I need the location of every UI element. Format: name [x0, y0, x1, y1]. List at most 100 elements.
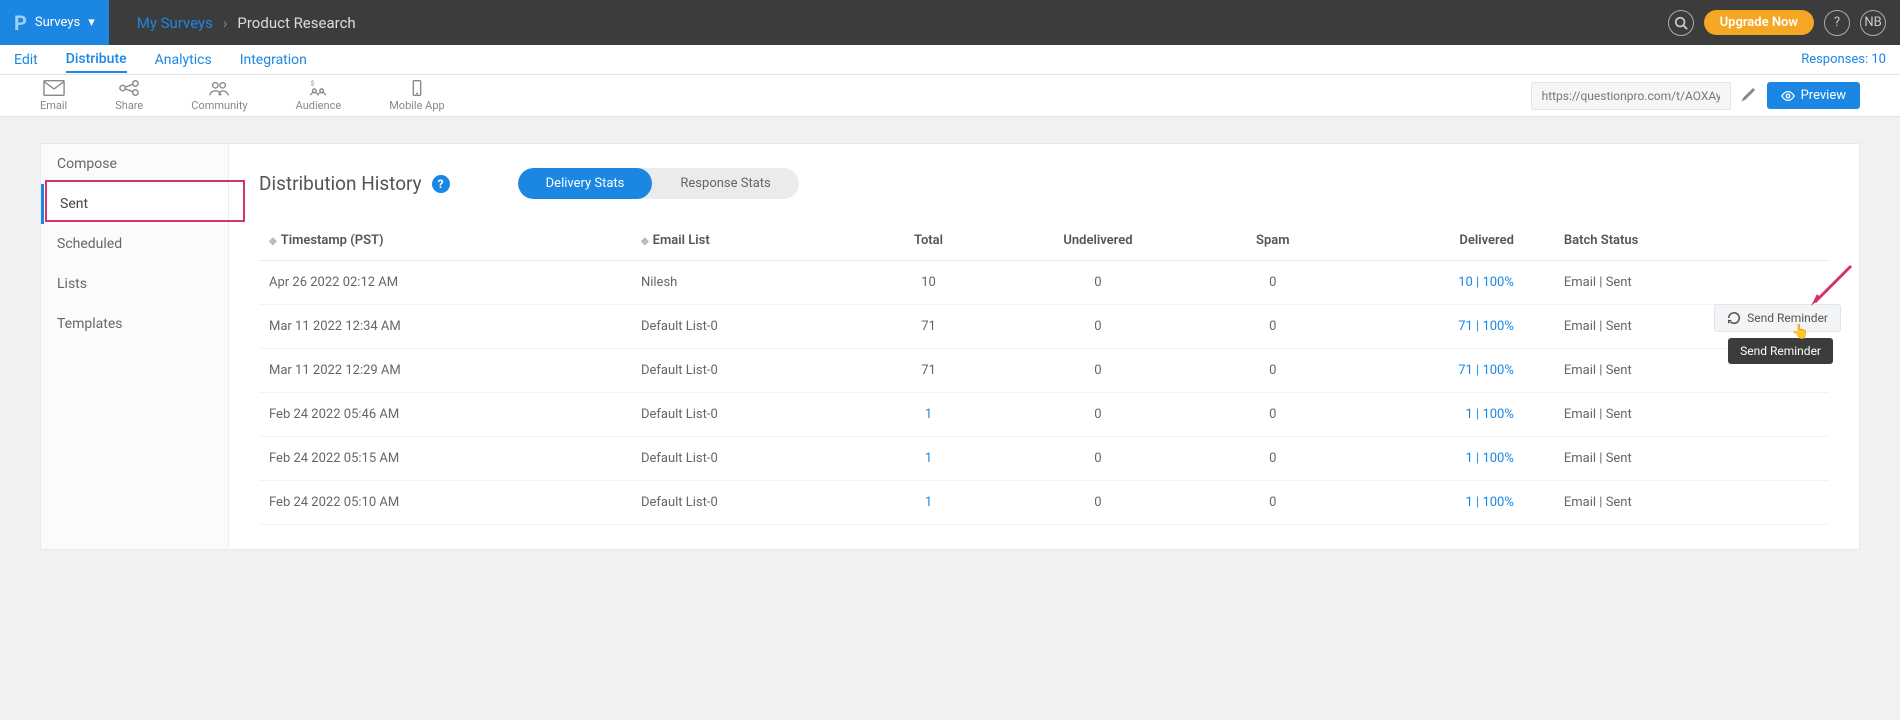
brand-dropdown[interactable]: P Surveys ▾ — [0, 0, 109, 45]
cell-spam: 0 — [1207, 393, 1338, 437]
sub-email-label: Email — [40, 99, 67, 112]
cell-total: 71 — [868, 305, 988, 349]
share-icon — [118, 79, 140, 97]
nav-analytics[interactable]: Analytics — [155, 48, 212, 72]
send-reminder-tooltip: Send Reminder — [1728, 338, 1833, 364]
cell-timestamp: Feb 24 2022 05:10 AM — [259, 481, 631, 525]
preview-button[interactable]: Preview — [1767, 82, 1860, 109]
distribution-table: ◆Timestamp (PST) ◆Email List Total Undel… — [259, 221, 1829, 525]
nav-edit[interactable]: Edit — [14, 48, 38, 72]
table-row[interactable]: Apr 26 2022 02:12 AMNilesh100010 | 100%E… — [259, 261, 1829, 305]
cell-email-list: Default List-0 — [631, 305, 868, 349]
cell-email-list: Default List-0 — [631, 393, 868, 437]
sidebar-item-lists[interactable]: Lists — [41, 264, 228, 304]
svg-text:$: $ — [311, 79, 315, 87]
survey-url-input[interactable] — [1531, 82, 1731, 110]
col-spam[interactable]: Spam — [1207, 221, 1338, 261]
cell-batch: Email | Sent — [1524, 481, 1829, 525]
cell-undelivered: 0 — [989, 437, 1208, 481]
cell-delivered: 71 | 100% — [1338, 349, 1524, 393]
cell-email-list: Nilesh — [631, 261, 868, 305]
sidebar-item-templates[interactable]: Templates — [41, 304, 228, 344]
cell-batch: Email | Sent — [1524, 261, 1829, 305]
sub-toolbar: Email Share Community $ Audience Mobile … — [0, 75, 1900, 117]
col-total[interactable]: Total — [868, 221, 988, 261]
sidebar-item-sent[interactable]: Sent — [41, 184, 228, 224]
brand-label: Surveys — [35, 15, 80, 30]
sidebar-item-scheduled[interactable]: Scheduled — [41, 224, 228, 264]
page-title: Distribution History ? — [259, 172, 450, 195]
cell-spam: 0 — [1207, 481, 1338, 525]
cell-email-list: Default List-0 — [631, 481, 868, 525]
cell-timestamp: Mar 11 2022 12:34 AM — [259, 305, 631, 349]
cell-spam: 0 — [1207, 437, 1338, 481]
content-panel: Compose Sent Scheduled Lists Templates D… — [40, 143, 1860, 550]
sub-email[interactable]: Email — [40, 79, 67, 112]
preview-label: Preview — [1801, 88, 1846, 103]
cell-delivered: 1 | 100% — [1338, 481, 1524, 525]
col-email-list[interactable]: ◆Email List — [631, 221, 868, 261]
col-undelivered[interactable]: Undelivered — [989, 221, 1208, 261]
cell-timestamp: Feb 24 2022 05:46 AM — [259, 393, 631, 437]
breadcrumb-link[interactable]: My Surveys — [137, 14, 213, 32]
sub-audience-label: Audience — [296, 99, 342, 112]
col-batch[interactable]: Batch Status — [1524, 221, 1829, 261]
table-row[interactable]: Feb 24 2022 05:10 AMDefault List-01001 |… — [259, 481, 1829, 525]
cell-total: 71 — [868, 349, 988, 393]
cell-spam: 0 — [1207, 349, 1338, 393]
stats-toggle: Delivery Stats Response Stats — [518, 168, 799, 199]
help-icon[interactable]: ? — [1824, 10, 1850, 36]
cell-timestamp: Apr 26 2022 02:12 AM — [259, 261, 631, 305]
table-row[interactable]: Feb 24 2022 05:46 AMDefault List-01001 |… — [259, 393, 1829, 437]
sub-share[interactable]: Share — [115, 79, 143, 112]
cell-email-list: Default List-0 — [631, 437, 868, 481]
pencil-icon[interactable] — [1741, 86, 1757, 106]
cell-timestamp: Mar 11 2022 12:29 AM — [259, 349, 631, 393]
tab-response-stats[interactable]: Response Stats — [652, 168, 798, 199]
col-timestamp[interactable]: ◆Timestamp (PST) — [259, 221, 631, 261]
cell-undelivered: 0 — [989, 393, 1208, 437]
avatar[interactable]: NB — [1860, 10, 1886, 36]
email-icon — [43, 79, 65, 97]
nav-integration[interactable]: Integration — [240, 48, 307, 72]
eye-icon — [1781, 89, 1795, 103]
search-icon[interactable] — [1668, 10, 1694, 36]
brand-logo-icon: P — [14, 11, 27, 35]
breadcrumb: My Surveys › Product Research — [109, 14, 356, 32]
cell-batch: Email | Sent — [1524, 393, 1829, 437]
cursor-icon: 👆 — [1792, 324, 1809, 340]
cell-delivered: 71 | 100% — [1338, 305, 1524, 349]
main-content: Distribution History ? Delivery Stats Re… — [229, 144, 1859, 549]
cell-spam: 0 — [1207, 305, 1338, 349]
cell-undelivered: 0 — [989, 349, 1208, 393]
cell-undelivered: 0 — [989, 261, 1208, 305]
annotation-arrow — [1807, 262, 1855, 314]
breadcrumb-sep: › — [223, 14, 228, 32]
cell-delivered: 1 | 100% — [1338, 437, 1524, 481]
sort-icon: ◆ — [641, 236, 649, 247]
table-row[interactable]: Mar 11 2022 12:29 AMDefault List-0710071… — [259, 349, 1829, 393]
refresh-icon — [1727, 311, 1741, 325]
sub-audience[interactable]: $ Audience — [296, 79, 342, 112]
sidebar: Compose Sent Scheduled Lists Templates — [41, 144, 229, 549]
help-circle-icon[interactable]: ? — [432, 175, 450, 193]
cell-timestamp: Feb 24 2022 05:15 AM — [259, 437, 631, 481]
sub-community[interactable]: Community — [191, 79, 247, 112]
cell-batch: Email | Sent — [1524, 437, 1829, 481]
breadcrumb-current: Product Research — [237, 14, 355, 32]
cell-total: 10 — [868, 261, 988, 305]
cell-email-list: Default List-0 — [631, 349, 868, 393]
responses-count[interactable]: Responses: 10 — [1801, 52, 1886, 67]
cell-total: 1 — [868, 437, 988, 481]
upgrade-button[interactable]: Upgrade Now — [1704, 10, 1814, 35]
table-row[interactable]: Mar 11 2022 12:34 AMDefault List-0710071… — [259, 305, 1829, 349]
nav-distribute[interactable]: Distribute — [66, 47, 127, 73]
community-icon — [208, 79, 230, 97]
sidebar-item-compose[interactable]: Compose — [41, 144, 228, 184]
sub-mobile[interactable]: Mobile App — [389, 79, 445, 112]
col-delivered[interactable]: Delivered — [1338, 221, 1524, 261]
sub-mobile-label: Mobile App — [389, 99, 445, 112]
table-row[interactable]: Feb 24 2022 05:15 AMDefault List-01001 |… — [259, 437, 1829, 481]
cell-total: 1 — [868, 481, 988, 525]
tab-delivery-stats[interactable]: Delivery Stats — [518, 168, 653, 199]
